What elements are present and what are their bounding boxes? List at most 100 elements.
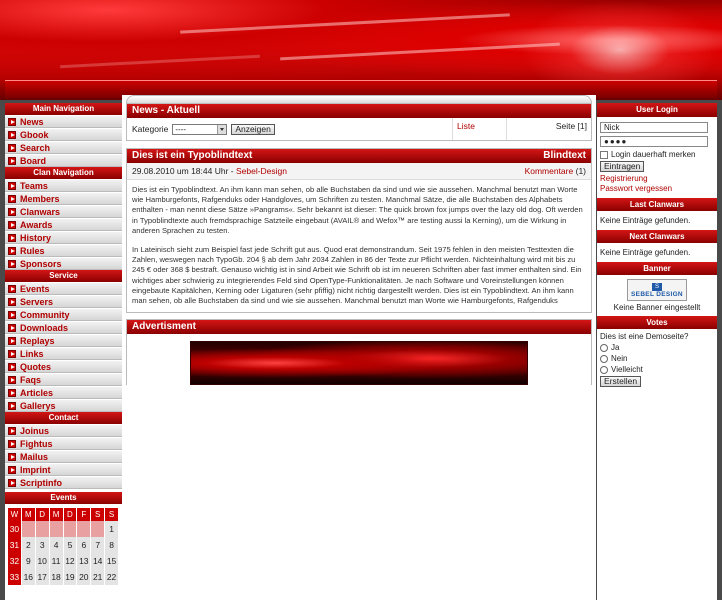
calendar-day[interactable]: 8	[105, 537, 118, 553]
nav-item-news[interactable]: News	[5, 115, 122, 128]
nav-item-board[interactable]: Board	[5, 154, 122, 167]
arrow-right-icon	[8, 375, 16, 384]
nav-item-history[interactable]: History	[5, 231, 122, 244]
forgot-password-link[interactable]: Passwort vergessen	[600, 184, 714, 194]
nav-item-clanwars[interactable]: Clanwars	[5, 205, 122, 218]
nav-item-joinus[interactable]: Joinus	[5, 424, 122, 437]
sebel-design-logo[interactable]: S SEBEL DESIGN	[627, 279, 687, 301]
article-title[interactable]: Dies ist ein Typoblindtext	[132, 149, 252, 163]
password-field[interactable]: ●●●●	[600, 136, 708, 147]
remember-checkbox[interactable]	[600, 150, 608, 159]
nav-item-scriptinfo[interactable]: Scriptinfo	[5, 476, 122, 489]
nav-item-rules[interactable]: Rules	[5, 244, 122, 257]
radio-button[interactable]	[600, 365, 608, 374]
calendar-weekday: M	[21, 508, 35, 521]
calendar-day[interactable]: 18	[49, 569, 63, 585]
vote-option[interactable]: Ja	[600, 343, 714, 352]
nav-item-downloads[interactable]: Downloads	[5, 321, 122, 334]
nav-item-events[interactable]: Events	[5, 282, 122, 295]
nav-item-gallerys[interactable]: Gallerys	[5, 399, 122, 412]
calendar-day[interactable]: 17	[35, 569, 49, 585]
nav-item-links[interactable]: Links	[5, 347, 122, 360]
contact-title: Contact	[5, 412, 122, 424]
nav-item-sponsors[interactable]: Sponsors	[5, 257, 122, 270]
calendar-day[interactable]: 11	[49, 553, 63, 569]
calendar-day[interactable]: 15	[105, 553, 118, 569]
list-link[interactable]: Liste	[453, 118, 507, 140]
calendar-weekday-row: W M D M D F S S	[8, 508, 119, 521]
nav-item-quotes[interactable]: Quotes	[5, 360, 122, 373]
calendar-day[interactable]: 4	[49, 537, 63, 553]
calendar-day	[91, 521, 105, 537]
news-panel: News - Aktuell Kategorie ---- Anzeigen L…	[126, 103, 592, 141]
radio-button[interactable]	[600, 343, 608, 352]
calendar-day[interactable]: 3	[35, 537, 49, 553]
calendar-day[interactable]: 9	[21, 553, 35, 569]
calendar-day[interactable]: 16	[21, 569, 35, 585]
category-label: Kategorie	[132, 124, 169, 134]
calendar-day	[49, 521, 63, 537]
register-link[interactable]: Registrierung	[600, 174, 714, 184]
calendar-day[interactable]: 2	[21, 537, 35, 553]
radio-button[interactable]	[600, 354, 608, 363]
calendar-day[interactable]: 14	[91, 553, 105, 569]
arrow-right-icon	[8, 233, 16, 242]
nav-item-gbook[interactable]: Gbook	[5, 128, 122, 141]
nav-item-teams[interactable]: Teams	[5, 179, 122, 192]
arrow-right-icon	[8, 349, 16, 358]
vote-submit-button[interactable]: Erstellen	[600, 376, 642, 387]
article-body: Dies ist ein Typoblindtext. An ihm kann …	[127, 180, 591, 312]
calendar-weekday: D	[35, 508, 49, 521]
nav-item-faqs[interactable]: Faqs	[5, 373, 122, 386]
calendar-weekday: F	[77, 508, 91, 521]
calendar-day[interactable]: 22	[105, 569, 118, 585]
nav-item-replays[interactable]: Replays	[5, 334, 122, 347]
username-field[interactable]: Nick	[600, 122, 708, 133]
vote-option[interactable]: Vielleicht	[600, 365, 714, 374]
arrow-right-icon	[8, 156, 16, 165]
login-button[interactable]: Eintragen	[600, 161, 645, 172]
comments-link[interactable]: Kommentare	[525, 166, 574, 176]
arrow-right-icon	[8, 401, 16, 410]
main-navigation-title: Main Navigation	[5, 103, 122, 115]
header-streak	[60, 54, 260, 69]
calendar-day[interactable]: 19	[63, 569, 77, 585]
nav-item-imprint[interactable]: Imprint	[5, 463, 122, 476]
show-button[interactable]: Anzeigen	[231, 123, 275, 135]
calendar-day[interactable]: 13	[77, 553, 91, 569]
site-header-banner	[0, 0, 722, 100]
article-paragraph: Dies ist ein Typoblindtext. An ihm kann …	[132, 185, 583, 235]
article-meta: 29.08.2010 um 18:44 Uhr - Sebel-Design K…	[127, 163, 591, 180]
nav-item-mailus[interactable]: Mailus	[5, 450, 122, 463]
nav-item-search[interactable]: Search	[5, 141, 122, 154]
calendar-day[interactable]: 7	[91, 537, 105, 553]
arrow-right-icon	[8, 452, 16, 461]
calendar-day[interactable]: 6	[77, 537, 91, 553]
nav-item-members[interactable]: Members	[5, 192, 122, 205]
calendar-day[interactable]: 12	[63, 553, 77, 569]
calendar-day[interactable]: 21	[91, 569, 105, 585]
calendar-day[interactable]: 1	[105, 521, 118, 537]
advertisment-banner-image[interactable]	[190, 341, 528, 386]
banner-title: Banner	[597, 262, 717, 275]
remember-label: Login dauerhaft merken	[611, 150, 696, 159]
category-select[interactable]: ----	[172, 123, 228, 135]
calendar-day[interactable]: 5	[63, 537, 77, 553]
nav-item-awards[interactable]: Awards	[5, 218, 122, 231]
user-login-title: User Login	[597, 103, 717, 117]
author-link[interactable]: Sebel-Design	[236, 166, 287, 176]
calendar-day[interactable]: 20	[77, 569, 91, 585]
main-navigation-list: News Gbook Search Board	[5, 115, 122, 167]
header-streak	[280, 42, 560, 61]
category-filter: Kategorie ---- Anzeigen	[127, 118, 453, 140]
article-date-author: 29.08.2010 um 18:44 Uhr - Sebel-Design	[132, 166, 287, 176]
service-list: Events Servers Community Downloads Repla…	[5, 282, 122, 412]
nav-item-articles[interactable]: Articles	[5, 386, 122, 399]
arrow-right-icon	[8, 439, 16, 448]
nav-item-fightus[interactable]: Fightus	[5, 437, 122, 450]
nav-item-servers[interactable]: Servers	[5, 295, 122, 308]
calendar-day[interactable]: 10	[35, 553, 49, 569]
nav-item-community[interactable]: Community	[5, 308, 122, 321]
vote-question: Dies ist eine Demoseite?	[600, 332, 689, 341]
vote-option[interactable]: Nein	[600, 354, 714, 363]
